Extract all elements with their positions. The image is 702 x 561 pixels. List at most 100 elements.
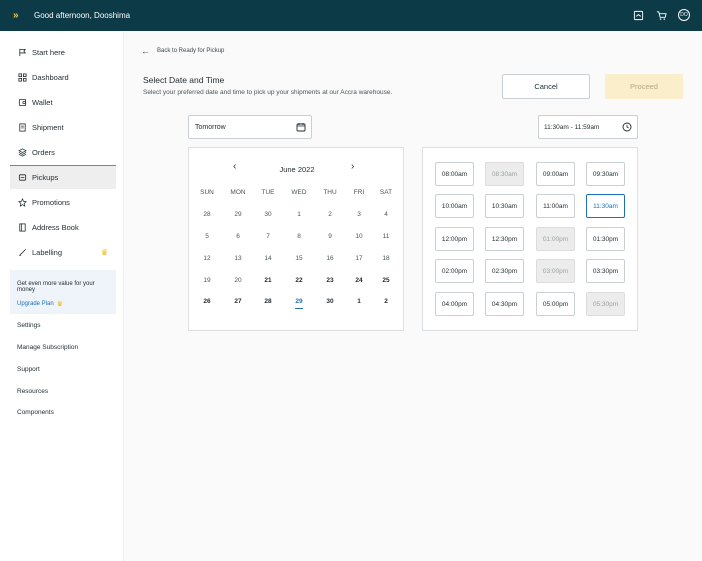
greeting-text: Good afternoon, Dooshima: [34, 11, 131, 20]
calendar-day[interactable]: 14: [253, 255, 283, 262]
sidebar-item-label: Pickups: [32, 173, 59, 182]
weekday-label: SAT: [379, 189, 393, 196]
sidebar-item-wallet[interactable]: Wallet: [10, 90, 116, 114]
calendar-day[interactable]: 19: [192, 277, 222, 284]
calendar-day[interactable]: 29: [223, 211, 253, 218]
time-slot-button: 05:30pm: [586, 292, 625, 316]
calendar-day[interactable]: 30: [253, 211, 283, 218]
sidebar-item-label: Address Book: [32, 222, 79, 232]
chevron-right-icon[interactable]: ›: [351, 161, 354, 172]
time-slot-button[interactable]: 08:00am: [435, 162, 474, 186]
time-slot-button[interactable]: 02:00pm: [435, 259, 474, 283]
wallet-icon: [17, 97, 27, 107]
calendar-day[interactable]: 27: [223, 298, 253, 305]
sidebar-link-components[interactable]: Components: [17, 409, 54, 416]
sidebar-item-label: Labelling: [32, 247, 63, 257]
back-link[interactable]: ← Back to Ready for Pickup: [141, 46, 224, 56]
time-slot-button: 01:00pm: [536, 227, 575, 251]
clock-icon: [622, 122, 632, 132]
calendar-day[interactable]: 8: [284, 233, 314, 240]
calendar-day[interactable]: 16: [315, 255, 345, 262]
top-bar-actions: DO: [632, 9, 690, 21]
sidebar-link-support[interactable]: Support: [17, 366, 40, 373]
sidebar-item-shipment[interactable]: Shipment: [10, 115, 116, 139]
document-icon: [17, 122, 27, 132]
notification-icon[interactable]: [632, 9, 644, 21]
crown-icon: ♛: [56, 301, 63, 308]
calendar-day[interactable]: 11: [371, 233, 401, 240]
calendar-day[interactable]: 2: [371, 298, 401, 305]
sidebar-link-resources[interactable]: Resources: [17, 388, 48, 395]
sidebar-item-label: Promotions: [32, 197, 70, 207]
calendar-day[interactable]: 17: [344, 255, 374, 262]
time-slot-button[interactable]: 04:30pm: [485, 292, 524, 316]
sidebar-item-labelling[interactable]: Labelling ♛: [10, 240, 116, 264]
time-slot-button[interactable]: 02:30pm: [485, 259, 524, 283]
calendar-day[interactable]: 3: [344, 211, 374, 218]
calendar-day[interactable]: 28: [192, 211, 222, 218]
calendar-day[interactable]: 4: [371, 211, 401, 218]
calendar-day[interactable]: 21: [253, 277, 283, 284]
sidebar-link-manage-subscription[interactable]: Manage Subscription: [17, 344, 78, 351]
time-slot-button[interactable]: 09:30am: [586, 162, 625, 186]
layers-icon: [17, 147, 27, 157]
sidebar-item-promotions[interactable]: Promotions: [10, 190, 116, 214]
proceed-button[interactable]: Proceed: [605, 74, 683, 99]
truck-icon: [17, 173, 27, 183]
avatar[interactable]: DO: [678, 9, 690, 21]
calendar-day[interactable]: 15: [284, 255, 314, 262]
weekday-label: THU: [323, 189, 337, 196]
time-slot-button[interactable]: 11:00am: [536, 194, 575, 218]
date-field[interactable]: Tomorrow: [188, 115, 312, 139]
arrow-left-icon: ←: [141, 46, 150, 56]
cart-icon[interactable]: [655, 9, 667, 21]
time-field[interactable]: 11:30am - 11:59am: [538, 115, 638, 139]
calendar-day[interactable]: 6: [223, 233, 253, 240]
calendar-day[interactable]: 26: [192, 298, 222, 305]
calendar-day[interactable]: 1: [344, 298, 374, 305]
time-slot-button[interactable]: 05:00pm: [536, 292, 575, 316]
sidebar-item-address-book[interactable]: Address Book: [10, 215, 116, 239]
calendar-day[interactable]: 5: [192, 233, 222, 240]
time-slot-button[interactable]: 01:30pm: [586, 227, 625, 251]
tag-icon: [17, 247, 27, 257]
star-icon: [17, 197, 27, 207]
time-slot-button[interactable]: 10:30am: [485, 194, 524, 218]
time-slot-button[interactable]: 12:30pm: [485, 227, 524, 251]
calendar-day[interactable]: 1: [284, 211, 314, 218]
sidebar-item-pickups[interactable]: Pickups: [10, 165, 116, 189]
calendar-day[interactable]: 13: [223, 255, 253, 262]
calendar-day[interactable]: 30: [315, 298, 345, 305]
time-slot-button[interactable]: 04:00pm: [435, 292, 474, 316]
time-slot-button[interactable]: 09:00am: [536, 162, 575, 186]
sidebar-item-dashboard[interactable]: Dashboard: [10, 65, 116, 89]
calendar-day[interactable]: 24: [344, 277, 374, 284]
flag-icon: [17, 47, 27, 57]
time-slot-button[interactable]: 12:00pm: [435, 227, 474, 251]
calendar-day[interactable]: 22: [284, 277, 314, 284]
calendar-day[interactable]: 28: [253, 298, 283, 305]
calendar-day[interactable]: 2: [315, 211, 345, 218]
date-picker: ‹ June 2022 › SUN MON TUE WED THU FRI SAT 28 29 3…: [188, 147, 404, 331]
calendar-day[interactable]: 9: [315, 233, 345, 240]
calendar-day[interactable]: 12: [192, 255, 222, 262]
calendar-day[interactable]: 23: [315, 277, 345, 284]
logo-icon[interactable]: »: [13, 10, 27, 21]
sidebar-link-settings[interactable]: Settings: [17, 322, 41, 329]
time-slot-button[interactable]: 10:00am: [435, 194, 474, 218]
sidebar-item-orders[interactable]: Orders: [10, 140, 116, 164]
time-slot-button[interactable]: 11:30am: [586, 194, 625, 218]
cancel-button[interactable]: Cancel: [502, 74, 590, 99]
weekday-label: MON: [230, 189, 246, 196]
upgrade-plan-link[interactable]: Upgrade Plan ♛: [17, 300, 109, 308]
calendar-day[interactable]: 10: [344, 233, 374, 240]
calendar-day[interactable]: 29: [284, 298, 314, 309]
time-slot-button: 03:00pm: [536, 259, 575, 283]
calendar-day[interactable]: 20: [223, 277, 253, 284]
sidebar-item-label: Dashboard: [32, 72, 69, 82]
calendar-day[interactable]: 7: [253, 233, 283, 240]
sidebar-item-start-here[interactable]: Start here: [10, 40, 116, 64]
calendar-day[interactable]: 18: [371, 255, 401, 262]
time-slot-button[interactable]: 03:30pm: [586, 259, 625, 283]
calendar-day[interactable]: 25: [371, 277, 401, 284]
